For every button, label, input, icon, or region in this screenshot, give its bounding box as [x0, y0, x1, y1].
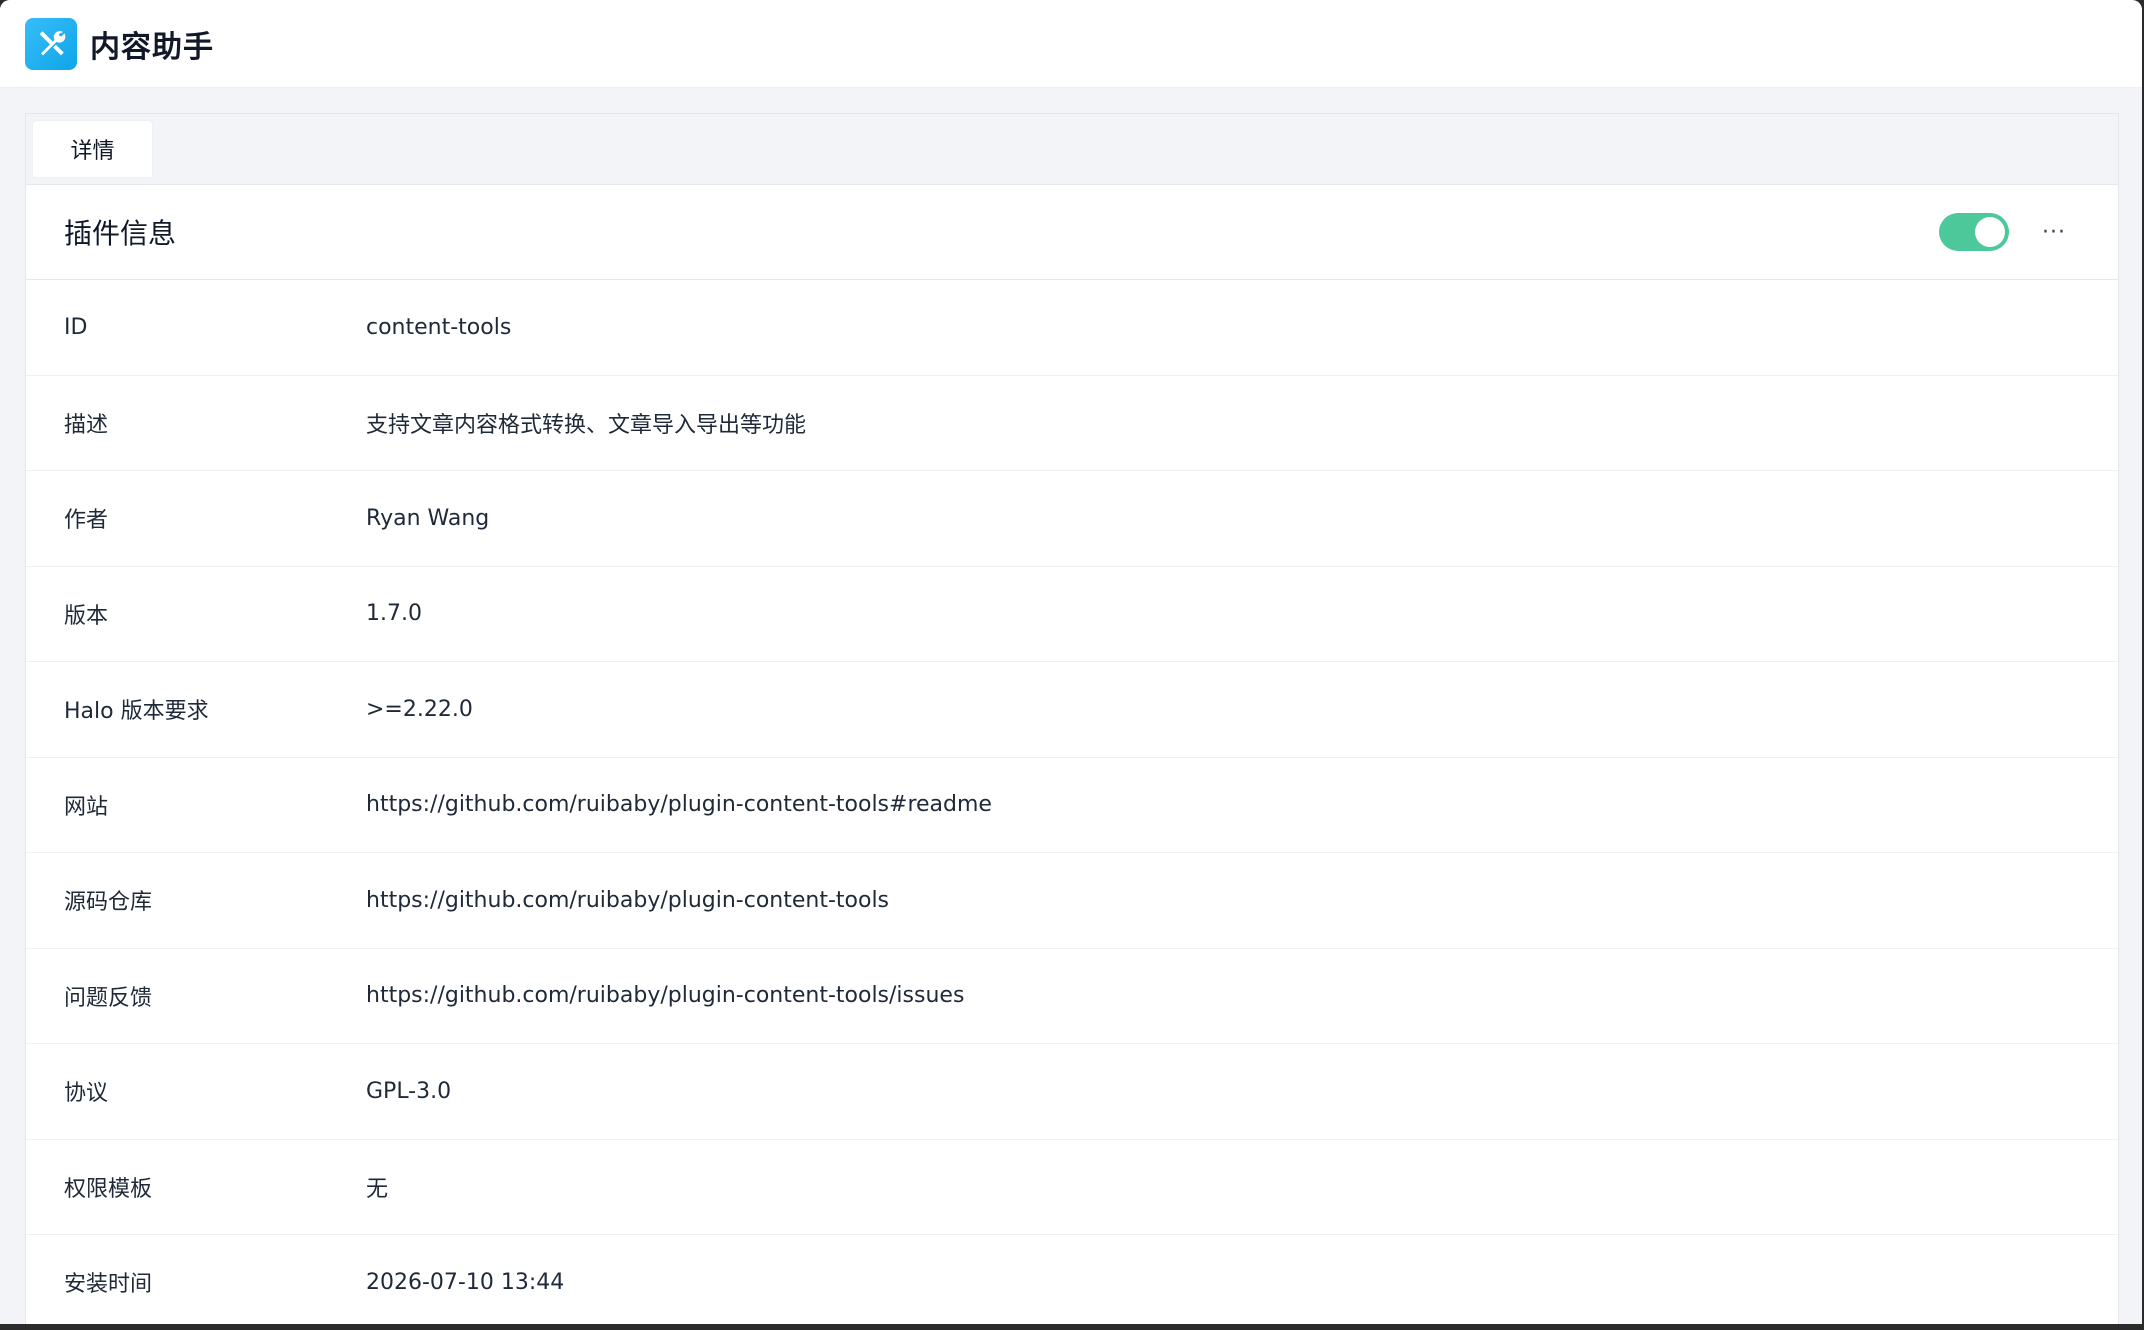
app-title: 内容助手	[90, 29, 214, 65]
detail-value: >=2.22.0	[366, 696, 473, 722]
detail-label: 版本	[64, 603, 109, 629]
detail-row-permission-template: 权限模板 无	[26, 1140, 2118, 1235]
detail-value: GPL-3.0	[366, 1078, 452, 1104]
app-window: 内容助手 详情 插件信息 ··· ID content-tools 描述 支持文章内容…	[0, 0, 2142, 1324]
tab-details[interactable]: 详情	[33, 121, 152, 177]
detail-label: 协议	[64, 1081, 109, 1107]
detail-row-author: 作者 Ryan Wang	[26, 471, 2118, 567]
more-options-button[interactable]: ···	[2034, 212, 2074, 252]
detail-value: 1.7.0	[366, 601, 422, 627]
detail-label: ID	[64, 314, 88, 340]
toggle-knob	[1975, 217, 2005, 247]
detail-value: content-tools	[366, 314, 512, 340]
detail-row-install-time: 安装时间 2026-07-10 13:44	[26, 1235, 2118, 1324]
detail-list: ID content-tools 描述 支持文章内容格式转换、文章导入导出等功能作者 R…	[26, 280, 2118, 1324]
detail-row-license: 协议 GPL-3.0	[26, 1044, 2118, 1140]
detail-label: 描述	[64, 412, 109, 438]
detail-row-source-repository: 源码仓库 https://github.com/ruibaby/plugin-co…	[26, 853, 2118, 949]
section-header: 插件信息 ···	[26, 185, 2118, 280]
page-header: 内容助手	[0, 0, 2142, 88]
detail-row-version: 版本 1.7.0	[26, 567, 2118, 662]
tools-icon	[25, 17, 77, 70]
detail-label: 问题反馈	[64, 985, 153, 1011]
detail-label: 网站	[64, 794, 109, 820]
detail-value: https://github.com/ruibaby/plugin-conten…	[366, 887, 890, 913]
detail-label: 作者	[64, 508, 109, 534]
detail-value: 支持文章内容格式转换、文章导入导出等功能	[366, 412, 807, 438]
plugin-detail-panel: 详情 插件信息 ··· ID content-tools 描述 支持文章内容格式转换、…	[25, 113, 2119, 1324]
section-title: 插件信息	[64, 217, 177, 250]
detail-value: 2026-07-10 13:44	[366, 1269, 565, 1295]
detail-row-id: ID content-tools	[26, 280, 2118, 376]
detail-value: Ryan Wang	[366, 505, 490, 531]
detail-value: 无	[366, 1176, 389, 1202]
detail-row-description: 描述 支持文章内容格式转换、文章导入导出等功能	[26, 376, 2118, 471]
detail-label: 权限模板	[64, 1176, 153, 1202]
detail-row-halo-version-requirement: Halo 版本要求 >=2.22.0	[26, 662, 2118, 758]
detail-row-website: 网站 https://github.com/ruibaby/plugin-cont…	[26, 758, 2118, 853]
detail-label: 源码仓库	[64, 890, 153, 916]
detail-label: Halo 版本要求	[64, 699, 209, 725]
detail-row-issue-tracker: 问题反馈 https://github.com/ruibaby/plugin-co…	[26, 949, 2118, 1044]
detail-value: https://github.com/ruibaby/plugin-conten…	[366, 792, 992, 818]
tab-bar: 详情	[26, 114, 2118, 185]
plugin-enable-toggle[interactable]	[1939, 213, 2009, 251]
detail-label: 安装时间	[64, 1272, 153, 1298]
detail-value: https://github.com/ruibaby/plugin-conten…	[366, 983, 965, 1009]
